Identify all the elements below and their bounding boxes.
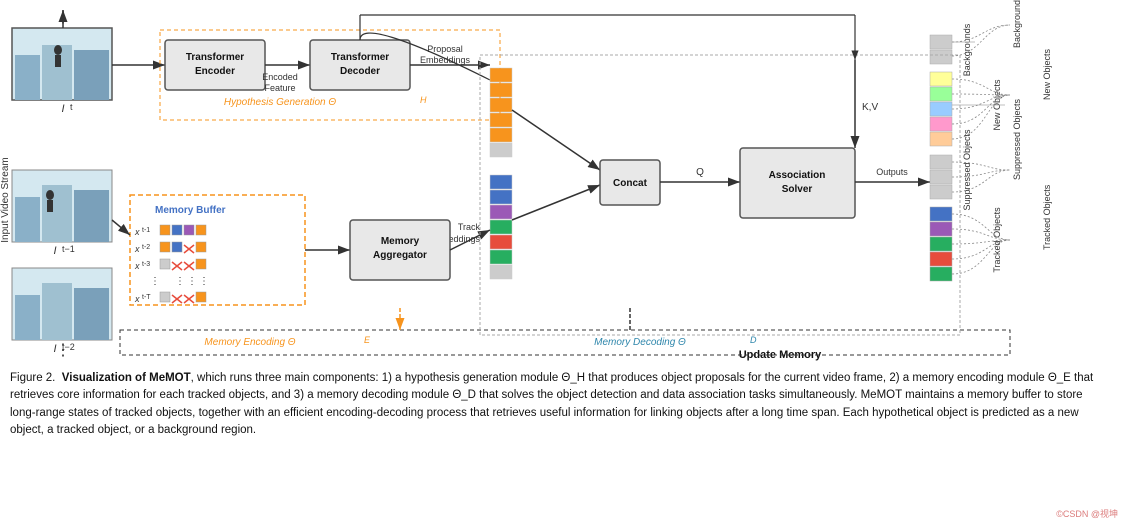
svg-text:t-2: t-2 [142, 244, 150, 251]
svg-text:Memory: Memory [381, 236, 420, 247]
svg-text:Track: Track [458, 222, 481, 232]
svg-text:Embeddings: Embeddings [420, 55, 471, 65]
svg-text:Memory Encoding Θ: Memory Encoding Θ [204, 337, 295, 348]
svg-text:Suppressed Objects: Suppressed Objects [962, 129, 972, 211]
caption-area: Figure 2. Visualization of MeMOT, which … [10, 370, 1110, 439]
svg-text:Memory Buffer: Memory Buffer [155, 205, 226, 216]
svg-text:Hypothesis Generation Θ: Hypothesis Generation Θ [224, 97, 337, 108]
svg-text:⋮: ⋮ [150, 276, 160, 287]
svg-text:H: H [420, 95, 427, 105]
svg-text:Tracked Objects: Tracked Objects [1042, 184, 1052, 250]
svg-text:x: x [134, 294, 140, 304]
svg-text:Backgrounds: Backgrounds [962, 23, 972, 76]
svg-text:x: x [134, 227, 140, 237]
diagram-area: ⋮ ⋮ I t I t−1 I t−2 Input Video Stream T… [0, 0, 1123, 370]
svg-text:Suppressed Objects: Suppressed Objects [1012, 98, 1022, 180]
svg-text:t-1: t-1 [142, 227, 150, 234]
svg-text:⋮: ⋮ [199, 276, 209, 287]
svg-text:I: I [61, 103, 64, 115]
svg-text:K,V: K,V [862, 102, 878, 113]
figure-bold-title: Visualization of MeMOT [62, 372, 191, 384]
svg-text:Input Video Stream: Input Video Stream [0, 157, 11, 242]
svg-text:⋮: ⋮ [175, 276, 185, 287]
svg-text:x: x [134, 261, 140, 271]
svg-text:Aggregator: Aggregator [373, 250, 427, 261]
svg-text:Solver: Solver [782, 184, 813, 195]
svg-text:New Objects: New Objects [1042, 48, 1052, 100]
svg-text:Concat: Concat [613, 178, 648, 189]
svg-text:x: x [134, 244, 140, 254]
svg-text:Feature: Feature [264, 83, 295, 93]
watermark: ©CSDN @视坤 [1056, 507, 1118, 520]
svg-text:E: E [364, 335, 371, 345]
svg-text:t−2: t−2 [62, 342, 75, 352]
main-container: ⋮ ⋮ I t I t−1 I t−2 Input Video Stream T… [0, 0, 1123, 522]
svg-text:t-T: t-T [142, 294, 151, 301]
svg-text:t−1: t−1 [62, 244, 75, 254]
svg-text:Backgrounds: Backgrounds [1012, 0, 1022, 48]
svg-text:Tracked Objects: Tracked Objects [992, 207, 1002, 273]
svg-text:I: I [53, 245, 56, 257]
svg-text:Memory Decoding Θ: Memory Decoding Θ [594, 337, 686, 348]
svg-text:Encoder: Encoder [195, 66, 235, 77]
svg-text:t-3: t-3 [142, 261, 150, 268]
svg-text:Association: Association [769, 170, 826, 181]
svg-text:Outputs: Outputs [876, 167, 908, 177]
figure-number: Figure 2. [10, 372, 55, 384]
svg-text:Transformer: Transformer [331, 52, 389, 63]
svg-text:I: I [53, 343, 56, 355]
figure-label: Figure 2. Visualization of MeMOT, which … [10, 372, 1093, 436]
svg-text:Encoded: Encoded [262, 72, 298, 82]
svg-text:Decoder: Decoder [340, 66, 380, 77]
svg-text:Q: Q [696, 167, 704, 178]
svg-text:D: D [750, 335, 757, 345]
svg-text:⋮: ⋮ [187, 276, 197, 287]
svg-text:Transformer: Transformer [186, 52, 244, 63]
